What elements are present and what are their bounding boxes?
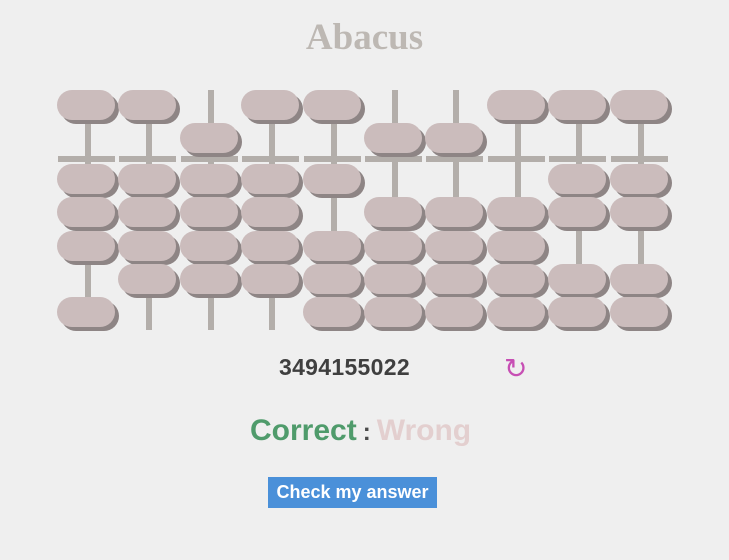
refresh-icon[interactable]: ↻: [504, 352, 527, 385]
lower-bead[interactable]: [302, 264, 361, 294]
score-display: Correct: Wrong: [250, 414, 471, 448]
abacus-rod-5: [302, 0, 365, 340]
upper-bead[interactable]: [486, 90, 545, 120]
lower-bead[interactable]: [609, 264, 668, 294]
lower-bead[interactable]: [57, 164, 115, 194]
lower-bead[interactable]: [425, 231, 484, 261]
lower-bead[interactable]: [57, 231, 115, 261]
lower-bead[interactable]: [609, 197, 668, 227]
lower-bead[interactable]: [548, 297, 607, 327]
lower-bead[interactable]: [241, 231, 300, 261]
lower-bead[interactable]: [241, 164, 300, 194]
upper-bead[interactable]: [57, 90, 115, 120]
abacus-rod-1: [57, 0, 119, 340]
lower-bead[interactable]: [548, 197, 607, 227]
lower-bead[interactable]: [179, 197, 238, 227]
lower-bead[interactable]: [241, 264, 300, 294]
lower-bead[interactable]: [425, 264, 484, 294]
lower-bead[interactable]: [486, 197, 545, 227]
lower-bead[interactable]: [118, 197, 177, 227]
abacus-rod-3: [179, 0, 242, 340]
score-separator: :: [362, 419, 371, 446]
correct-label: Correct: [250, 414, 357, 447]
abacus-beam: [549, 156, 607, 162]
lower-bead[interactable]: [118, 264, 177, 294]
upper-bead[interactable]: [179, 123, 238, 153]
lower-bead[interactable]: [609, 164, 668, 194]
lower-bead[interactable]: [486, 297, 545, 327]
lower-bead[interactable]: [548, 264, 607, 294]
abacus-beam: [610, 156, 668, 162]
lower-bead[interactable]: [179, 264, 238, 294]
upper-bead[interactable]: [241, 90, 300, 120]
check-answer-button[interactable]: Check my answer: [268, 477, 437, 508]
lower-bead[interactable]: [425, 197, 484, 227]
lower-bead[interactable]: [302, 164, 361, 194]
abacus-beam: [303, 156, 361, 162]
lower-bead[interactable]: [364, 197, 422, 227]
abacus-beam: [426, 156, 484, 162]
lower-bead[interactable]: [302, 231, 361, 261]
lower-bead[interactable]: [486, 264, 545, 294]
abacus-rod-9: [548, 0, 610, 340]
lower-bead[interactable]: [364, 231, 422, 261]
abacus-rod-6: [364, 0, 426, 340]
lower-bead[interactable]: [57, 297, 115, 327]
abacus-beam: [119, 156, 177, 162]
lower-bead[interactable]: [364, 264, 422, 294]
lower-bead[interactable]: [179, 231, 238, 261]
abacus-beam: [242, 156, 300, 162]
upper-bead[interactable]: [364, 123, 422, 153]
abacus-frame: [0, 0, 729, 340]
lower-bead[interactable]: [118, 164, 177, 194]
lower-bead[interactable]: [364, 297, 422, 327]
abacus-number-display: 3494155022: [279, 354, 410, 380]
upper-bead[interactable]: [548, 90, 607, 120]
lower-bead[interactable]: [302, 297, 361, 327]
upper-bead[interactable]: [118, 90, 177, 120]
abacus-rod-10: [609, 0, 672, 340]
abacus-beam: [180, 156, 238, 162]
lower-bead[interactable]: [548, 164, 607, 194]
lower-bead[interactable]: [118, 231, 177, 261]
abacus-rod-2: [118, 0, 180, 340]
lower-bead[interactable]: [179, 164, 238, 194]
lower-bead[interactable]: [486, 231, 545, 261]
abacus-rod-7: [425, 0, 487, 340]
lower-bead[interactable]: [425, 297, 484, 327]
lower-bead[interactable]: [57, 197, 115, 227]
lower-bead[interactable]: [241, 197, 300, 227]
abacus-beam: [58, 156, 115, 162]
lower-bead[interactable]: [609, 297, 668, 327]
abacus-rod-8: [486, 0, 549, 340]
upper-bead[interactable]: [609, 90, 668, 120]
abacus-rod-4: [241, 0, 303, 340]
wrong-label: Wrong: [376, 414, 472, 447]
abacus-beam: [365, 156, 422, 162]
upper-bead[interactable]: [425, 123, 484, 153]
upper-bead[interactable]: [302, 90, 361, 120]
abacus-beam: [487, 156, 545, 162]
